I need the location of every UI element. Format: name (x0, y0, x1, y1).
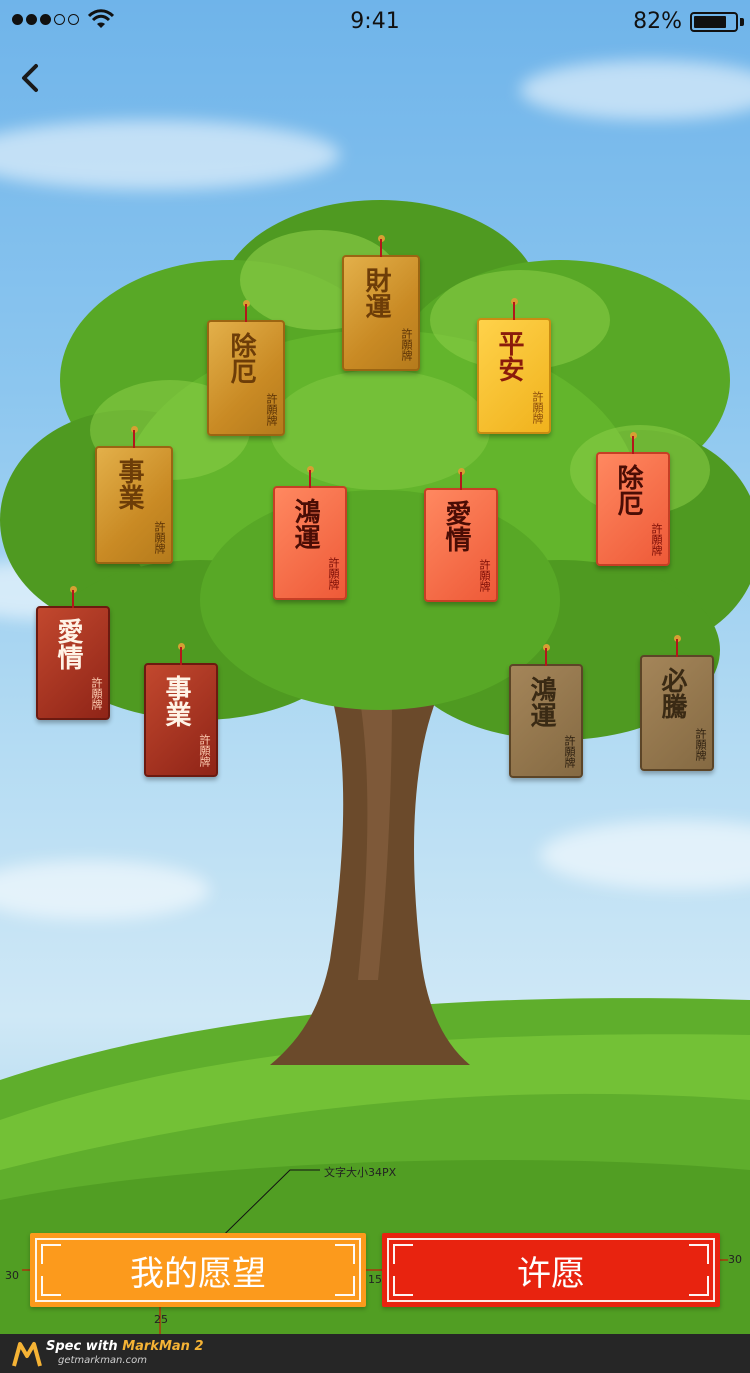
corner-ornament (335, 1276, 355, 1296)
corner-ornament (689, 1244, 709, 1264)
markman-logo-icon (12, 1342, 42, 1367)
make-wish-label: 许愿 (517, 1253, 585, 1294)
spec-font-note: 文字大小34PX (324, 1166, 397, 1179)
spec-gap: 15 (368, 1273, 382, 1286)
footer-title: Spec with MarkMan 2 (46, 1339, 204, 1354)
corner-ornament (41, 1244, 61, 1264)
my-wishes-button[interactable]: 我的愿望 (30, 1233, 366, 1307)
corner-ornament (41, 1276, 61, 1296)
spec-right-margin: 30 (728, 1253, 742, 1266)
my-wishes-label: 我的愿望 (130, 1253, 266, 1294)
spec-bottom-margin: 25 (154, 1313, 168, 1326)
footer-title-prefix: Spec with (46, 1339, 123, 1354)
corner-ornament (393, 1244, 413, 1264)
corner-ornament (393, 1276, 413, 1296)
markman-footer: Spec with MarkMan 2 getmarkman.com (0, 1334, 750, 1373)
footer-url[interactable]: getmarkman.com (58, 1355, 147, 1366)
corner-ornament (689, 1276, 709, 1296)
spec-left-margin: 30 (5, 1269, 19, 1282)
corner-ornament (335, 1244, 355, 1264)
footer-title-brand: MarkMan 2 (122, 1339, 204, 1354)
make-wish-button[interactable]: 许愿 (382, 1233, 720, 1307)
